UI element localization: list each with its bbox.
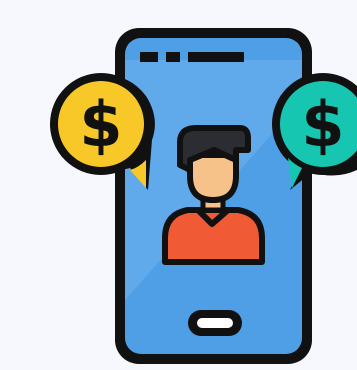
avatar-shirt [162, 207, 265, 265]
status-dot-1 [140, 52, 158, 62]
avatar-face [187, 152, 239, 203]
coin-left-symbol: $ [79, 88, 122, 161]
home-button [197, 318, 233, 328]
illustration-canvas: $ $ [0, 0, 357, 370]
coin-right-symbol: $ [301, 88, 344, 161]
status-dot-2 [166, 52, 180, 62]
mobile-payment-illustration: $ $ [50, 28, 357, 364]
status-bar-line [188, 52, 244, 62]
dollar-bubble-icon: $ [50, 73, 155, 190]
